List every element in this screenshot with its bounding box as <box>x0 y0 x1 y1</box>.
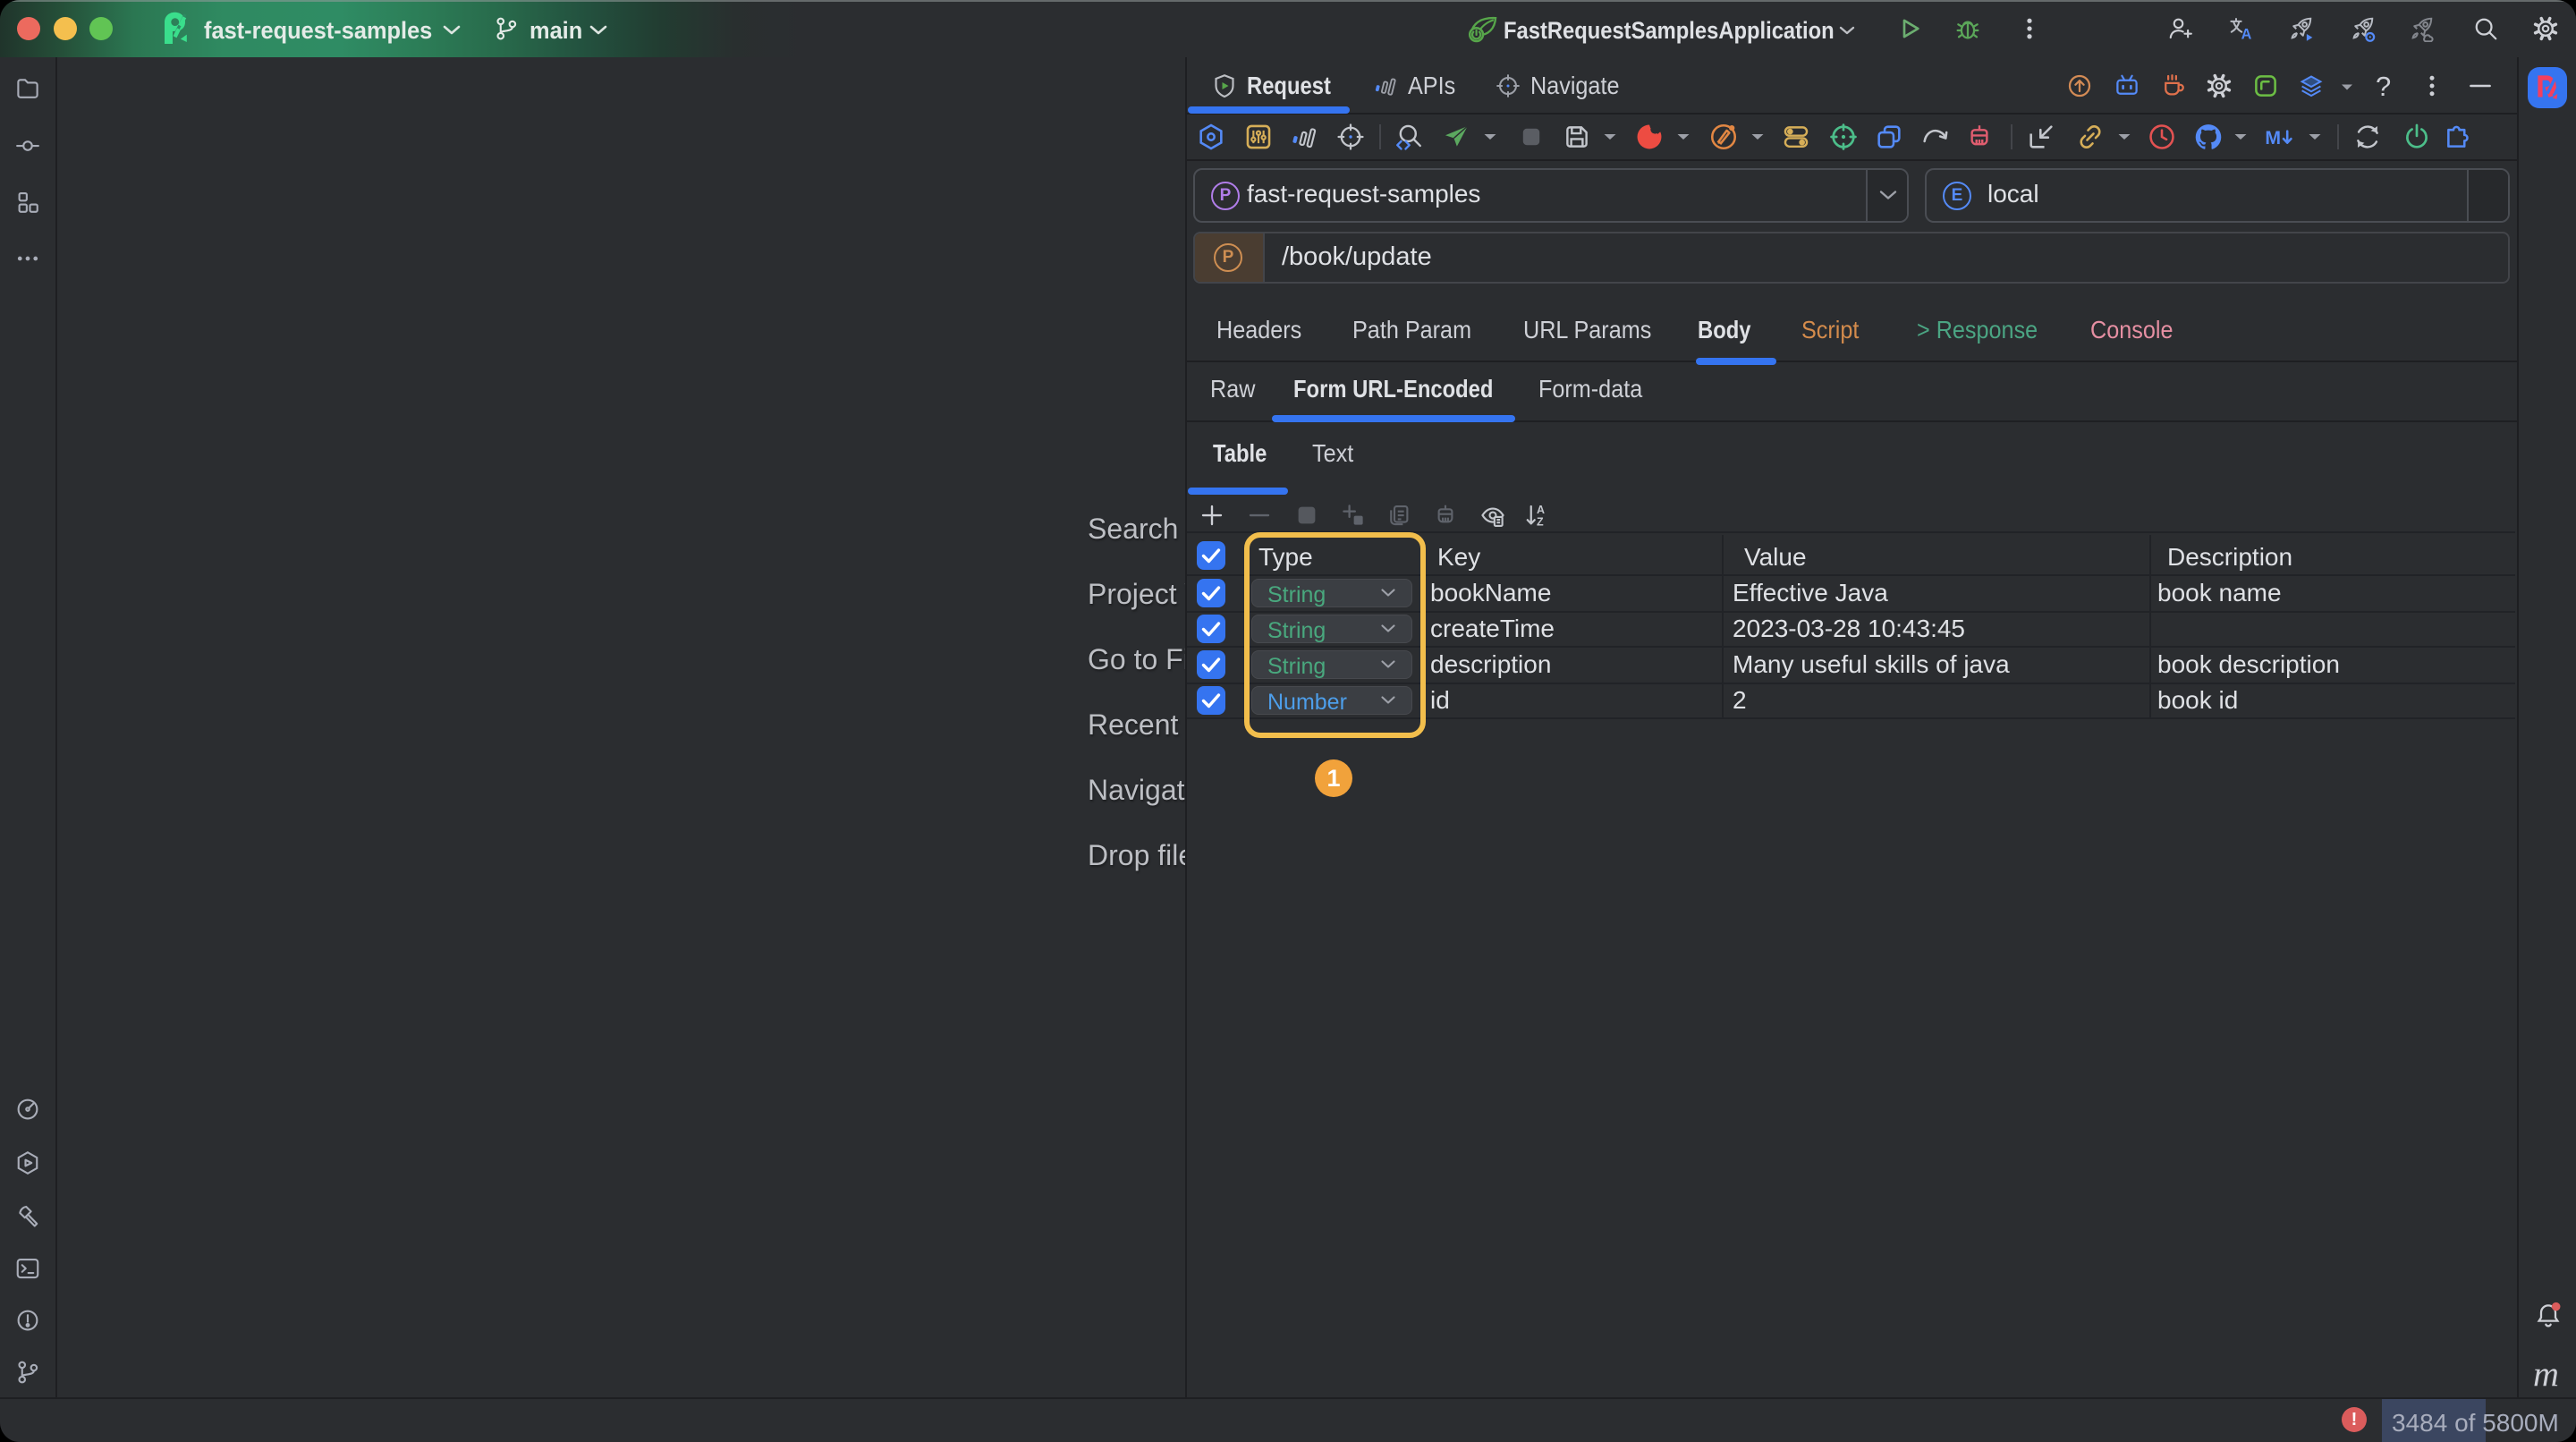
svg-text:A: A <box>1537 504 1545 516</box>
svg-text:M: M <box>2265 127 2281 148</box>
svg-text:Z: Z <box>1537 515 1544 528</box>
svg-text:A: A <box>2241 26 2252 42</box>
